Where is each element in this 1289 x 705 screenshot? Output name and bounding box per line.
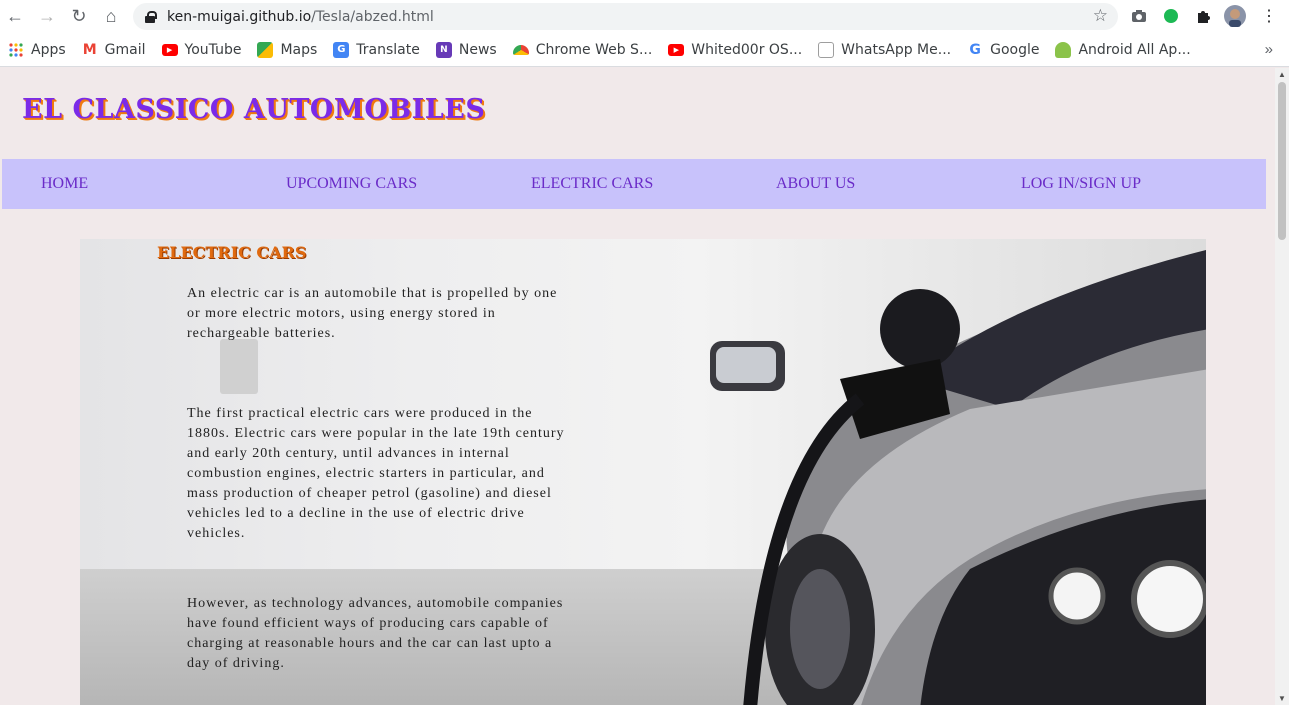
site-logo[interactable]: EL CLASSICO AUTOMOBILES: [22, 94, 485, 125]
paragraph-technology: However, as technology advances, automob…: [187, 596, 564, 671]
bookmark-label: YouTube: [184, 41, 242, 58]
bookmarks-bar: Apps M Gmail ▶ YouTube Maps G Translate …: [0, 33, 1289, 67]
bookmark-chrome-web-store[interactable]: Chrome Web S...: [512, 41, 653, 58]
bookmark-label: Chrome Web S...: [535, 41, 653, 58]
page-icon: [818, 41, 835, 58]
reload-icon[interactable]: ↻: [64, 1, 94, 31]
bookmark-label: Translate: [356, 41, 420, 58]
section-title: ELECTRIC CARS: [157, 243, 307, 262]
apps-grid-icon: [8, 42, 24, 58]
scroll-thumb[interactable]: [1278, 82, 1286, 240]
bookmark-news[interactable]: N News: [435, 41, 497, 58]
profile-avatar[interactable]: [1224, 5, 1246, 27]
nav-upcoming-cars[interactable]: UPCOMING CARS: [286, 175, 417, 193]
page-viewport: EL CLASSICO AUTOMOBILES HOME UPCOMING CA…: [0, 68, 1275, 705]
youtube-icon: ▶: [668, 43, 685, 56]
nav-about-us[interactable]: ABOUT US: [776, 175, 855, 193]
bookmark-label: Android All Ap...: [1078, 41, 1191, 58]
menu-kebab-icon[interactable]: ⋮: [1258, 5, 1280, 27]
bookmark-maps[interactable]: Maps: [257, 41, 318, 58]
bookmark-label: Google: [990, 41, 1040, 58]
bookmark-label: Maps: [280, 41, 318, 58]
bookmark-label: Gmail: [104, 41, 146, 58]
main-navbar: HOME UPCOMING CARS ELECTRIC CARS ABOUT U…: [2, 159, 1266, 209]
browser-toolbar: ← → ↻ ⌂ ken-muigai.github.io/Tesla/abzed…: [0, 0, 1289, 33]
android-icon: [1055, 41, 1072, 58]
bookmark-label: Apps: [31, 41, 66, 58]
home-icon[interactable]: ⌂: [96, 1, 126, 31]
extensions-puzzle-icon[interactable]: [1192, 5, 1214, 27]
nav-electric-cars[interactable]: ELECTRIC CARS: [531, 175, 653, 193]
paragraph-intro: An electric car is an automobile that is…: [187, 286, 558, 341]
bookmark-google[interactable]: G Google: [967, 42, 1039, 58]
bookmark-android-all-apps[interactable]: Android All Ap...: [1055, 41, 1191, 58]
page-scrollbar[interactable]: ▲ ▼: [1275, 68, 1289, 705]
maps-icon: [257, 41, 274, 58]
forward-icon[interactable]: →: [32, 1, 62, 31]
chrome-web-store-icon: [512, 44, 529, 55]
bookmark-star-icon[interactable]: ☆: [1093, 6, 1108, 26]
paragraph-history: The first practical electric cars were p…: [187, 406, 565, 541]
youtube-icon: ▶: [161, 43, 178, 56]
bookmark-whited00r[interactable]: ▶ Whited00r OS...: [668, 42, 802, 58]
news-icon: N: [435, 41, 452, 58]
url-text: ken-muigai.github.io/Tesla/abzed.html: [167, 9, 434, 25]
nav-login-signup[interactable]: LOG IN/SIGN UP: [1021, 175, 1141, 193]
bookmark-label: WhatsApp Me...: [841, 41, 952, 58]
address-bar[interactable]: ken-muigai.github.io/Tesla/abzed.html ☆: [133, 3, 1118, 30]
google-icon: G: [969, 41, 981, 58]
bookmark-label: News: [458, 41, 497, 58]
lock-icon: [145, 10, 157, 23]
scroll-up-icon[interactable]: ▲: [1278, 70, 1286, 79]
bookmark-youtube[interactable]: ▶ YouTube: [161, 41, 242, 58]
url-path: /Tesla/abzed.html: [311, 8, 434, 25]
electric-car-charging-image: [710, 250, 1206, 705]
url-host: ken-muigai.github.io: [167, 8, 312, 25]
bookmark-gmail[interactable]: M Gmail: [82, 42, 146, 58]
nav-home[interactable]: HOME: [41, 175, 88, 193]
wall-charger: [220, 339, 258, 394]
bookmark-label: Whited00r OS...: [691, 41, 803, 58]
scroll-down-icon[interactable]: ▼: [1278, 694, 1286, 703]
extension-green-icon[interactable]: [1160, 5, 1182, 27]
camera-icon[interactable]: [1128, 5, 1150, 27]
translate-icon: G: [333, 41, 350, 58]
bookmarks-overflow-icon[interactable]: »: [1265, 41, 1273, 58]
bookmark-whatsapp[interactable]: WhatsApp Me...: [818, 41, 952, 58]
back-icon[interactable]: ←: [0, 1, 30, 31]
bookmark-translate[interactable]: G Translate: [333, 41, 420, 58]
bookmark-apps[interactable]: Apps: [8, 42, 66, 58]
electric-cars-hero: ELECTRIC CARS An electric car is an auto…: [80, 239, 1206, 705]
gmail-icon: M: [82, 41, 97, 58]
